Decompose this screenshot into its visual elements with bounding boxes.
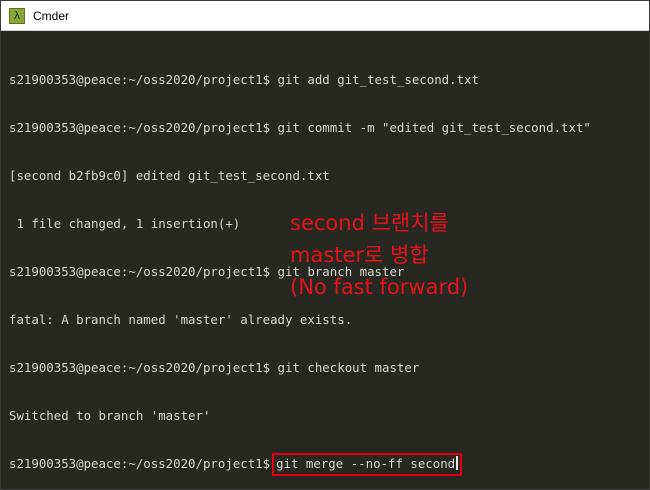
terminal-line: s21900353@peace:~/oss2020/project1$ git … [9,120,591,135]
prompt: s21900353@peace:~/oss2020/project1$ [9,456,271,471]
annotation-line: master로 병합 [290,243,429,267]
terminal-line: s21900353@peace:~/oss2020/project1$ git … [9,72,479,87]
cmder-window: λ Cmder s21900353@peace:~/oss2020/projec… [0,0,650,490]
lambda-icon: λ [9,7,25,24]
terminal-line: fatal: A branch named 'master' already e… [9,312,353,327]
highlighted-command-box[interactable]: git merge --no-ff second [272,453,463,476]
current-input-line[interactable]: s21900353@peace:~/oss2020/project1$ git m… [9,453,649,476]
terminal-line: [second b2fb9c0] edited git_test_second.… [9,168,330,183]
annotation-line: second 브랜치를 [290,211,449,235]
window-title: Cmder [33,8,70,23]
annotation-text: second 브랜치를 master로 병합 (No fast forward) [290,207,468,303]
current-command: git merge --no-ff second [276,456,456,471]
terminal-line: s21900353@peace:~/oss2020/project1$ git … [9,360,420,375]
terminal-line: Switched to branch 'master' [9,408,211,423]
text-cursor [456,456,459,470]
title-bar[interactable]: λ Cmder [1,1,649,31]
annotation-line: (No fast forward) [290,275,469,299]
